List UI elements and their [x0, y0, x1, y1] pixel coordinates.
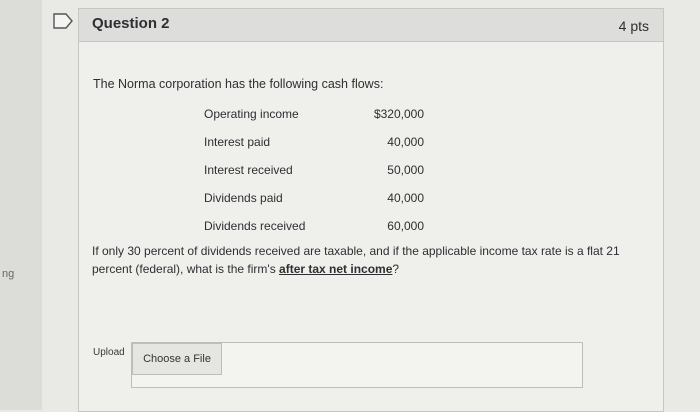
row-label: Dividends paid — [204, 191, 283, 205]
table-row: Dividends paid 40,000 — [204, 191, 424, 219]
row-label: Dividends received — [204, 219, 306, 233]
question-header: Question 2 4 pts — [53, 9, 663, 42]
row-value: 40,000 — [387, 135, 424, 149]
left-panel-edge: ng — [0, 0, 42, 410]
row-label: Operating income — [204, 107, 299, 121]
question-points: 4 pts — [618, 18, 649, 34]
table-row: Operating income $320,000 — [204, 107, 424, 135]
row-label: Interest paid — [204, 135, 271, 149]
flag-icon[interactable] — [52, 13, 74, 29]
question-intro: The Norma corporation has the following … — [93, 77, 384, 91]
choose-file-button[interactable]: Choose a File — [132, 343, 222, 375]
row-label: Interest received — [204, 163, 293, 177]
cash-flow-table: Operating income $320,000 Interest paid … — [204, 107, 424, 247]
table-row: Interest received 50,000 — [204, 163, 424, 191]
file-upload-field[interactable]: Choose a File — [131, 342, 583, 388]
question-text: If only 30 percent of dividends received… — [92, 242, 652, 278]
row-value: 60,000 — [387, 219, 424, 233]
left-panel-text: ng — [2, 268, 15, 280]
row-value: 50,000 — [387, 163, 424, 177]
question-title: Question 2 — [92, 15, 170, 32]
row-value: $320,000 — [373, 107, 424, 121]
row-value: 40,000 — [387, 191, 424, 205]
table-row: Interest paid 40,000 — [204, 135, 424, 163]
question-underlined-text: after tax net income — [279, 262, 393, 276]
question-text-part2: ? — [392, 262, 400, 276]
question-card: Question 2 4 pts The Norma corporation h… — [53, 8, 664, 412]
upload-label: Upload — [93, 347, 125, 358]
